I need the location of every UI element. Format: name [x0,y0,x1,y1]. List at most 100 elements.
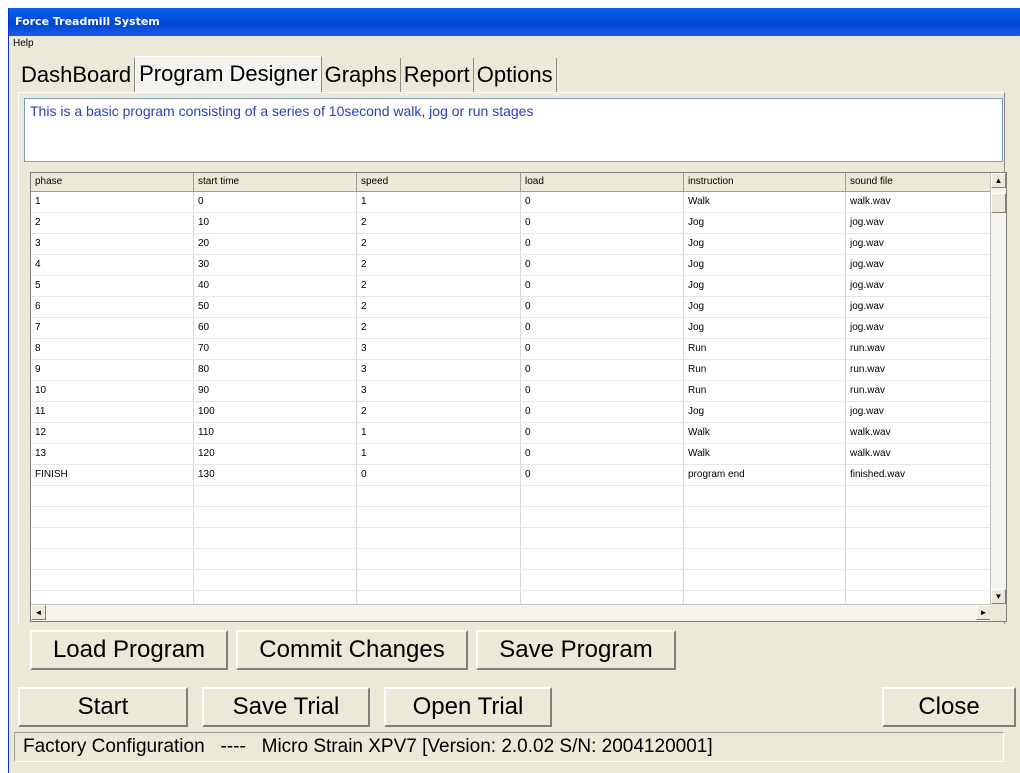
table-row[interactable]: 3 20 2 0 Jog jog.wav [31,234,991,255]
start-button[interactable]: Start [18,687,188,727]
table-cell[interactable]: jog.wav [846,318,991,338]
table-cell[interactable]: Jog [684,276,846,296]
table-cell[interactable] [357,507,521,527]
table-cell[interactable]: 0 [521,255,684,275]
table-cell[interactable]: 7 [31,318,194,338]
table-cell[interactable] [357,528,521,548]
table-cell[interactable] [684,486,846,506]
table-cell[interactable] [521,528,684,548]
tab-graphs[interactable]: Graphs [321,58,401,92]
table-cell[interactable] [194,507,357,527]
table-cell[interactable] [194,486,357,506]
empty-row[interactable] [31,528,991,549]
empty-row[interactable] [31,486,991,507]
table-row[interactable]: 7 60 2 0 Jog jog.wav [31,318,991,339]
table-cell[interactable]: 0 [357,465,521,485]
table-cell[interactable]: Run [684,360,846,380]
table-cell[interactable]: 1 [31,192,194,212]
column-header[interactable]: phase [31,173,194,191]
tab-dashboard[interactable]: DashBoard [18,58,136,92]
table-cell[interactable]: 20 [194,234,357,254]
table-cell[interactable]: Walk [684,423,846,443]
table-cell[interactable]: 3 [357,360,521,380]
table-cell[interactable]: Walk [684,192,846,212]
table-cell[interactable] [684,528,846,548]
table-cell[interactable]: 2 [357,297,521,317]
table-cell[interactable]: 60 [194,318,357,338]
table-cell[interactable]: Run [684,381,846,401]
table-cell[interactable]: 12 [31,423,194,443]
table-cell[interactable] [521,507,684,527]
tab-report[interactable]: Report [400,58,474,92]
table-cell[interactable] [357,549,521,569]
table-cell[interactable]: Jog [684,234,846,254]
table-cell[interactable]: 1 [357,423,521,443]
table-cell[interactable]: 2 [31,213,194,233]
table-cell[interactable] [846,486,991,506]
scroll-up-icon[interactable]: ▲ [991,173,1006,188]
table-cell[interactable]: 120 [194,444,357,464]
save-program-button[interactable]: Save Program [476,630,676,670]
table-cell[interactable]: 10 [31,381,194,401]
table-cell[interactable]: jog.wav [846,402,991,422]
table-cell[interactable]: walk.wav [846,192,991,212]
empty-row[interactable] [31,549,991,570]
table-cell[interactable]: 0 [521,234,684,254]
table-row[interactable]: 8 70 3 0 Run run.wav [31,339,991,360]
table-cell[interactable]: 9 [31,360,194,380]
table-cell[interactable]: 10 [194,213,357,233]
table-cell[interactable] [846,549,991,569]
table-cell[interactable]: 4 [31,255,194,275]
table-cell[interactable] [31,549,194,569]
table-cell[interactable] [684,507,846,527]
table-cell[interactable]: Jog [684,297,846,317]
table-cell[interactable]: Walk [684,444,846,464]
table-cell[interactable] [31,507,194,527]
commit-changes-button[interactable]: Commit Changes [236,630,468,670]
table-cell[interactable]: 70 [194,339,357,359]
table-cell[interactable]: 100 [194,402,357,422]
load-program-button[interactable]: Load Program [30,630,228,670]
table-cell[interactable]: 0 [521,423,684,443]
table-cell[interactable] [31,486,194,506]
table-cell[interactable]: 13 [31,444,194,464]
table-cell[interactable]: 50 [194,297,357,317]
table-cell[interactable]: finished.wav [846,465,991,485]
table-cell[interactable]: walk.wav [846,444,991,464]
table-cell[interactable]: jog.wav [846,276,991,296]
table-cell[interactable]: 0 [521,444,684,464]
table-cell[interactable]: 0 [521,192,684,212]
save-trial-button[interactable]: Save Trial [202,687,370,727]
table-cell[interactable]: Jog [684,255,846,275]
table-cell[interactable] [357,570,521,590]
scroll-down-icon[interactable]: ▼ [991,589,1006,604]
table-cell[interactable]: jog.wav [846,234,991,254]
table-cell[interactable]: 90 [194,381,357,401]
column-header[interactable]: instruction [684,173,846,191]
table-cell[interactable]: FINISH [31,465,194,485]
table-cell[interactable] [521,486,684,506]
table-cell[interactable]: 2 [357,276,521,296]
empty-row[interactable] [31,507,991,528]
table-cell[interactable]: run.wav [846,339,991,359]
empty-row[interactable] [31,570,991,591]
table-row[interactable]: 2 10 2 0 Jog jog.wav [31,213,991,234]
table-cell[interactable]: 0 [521,339,684,359]
table-cell[interactable]: 2 [357,213,521,233]
table-cell[interactable]: run.wav [846,381,991,401]
table-cell[interactable]: 0 [521,297,684,317]
table-cell[interactable]: program end [684,465,846,485]
table-cell[interactable]: 110 [194,423,357,443]
table-cell[interactable] [684,549,846,569]
column-header[interactable]: sound file [846,173,991,191]
scroll-left-icon[interactable]: ◄ [31,605,46,620]
table-cell[interactable]: walk.wav [846,423,991,443]
open-trial-button[interactable]: Open Trial [384,687,552,727]
table-cell[interactable]: 0 [521,381,684,401]
close-button[interactable]: Close [882,687,1016,727]
table-cell[interactable]: 0 [521,213,684,233]
table-cell[interactable]: 40 [194,276,357,296]
table-cell[interactable] [684,570,846,590]
table-row[interactable]: 11 100 2 0 Jog jog.wav [31,402,991,423]
table-cell[interactable] [31,570,194,590]
